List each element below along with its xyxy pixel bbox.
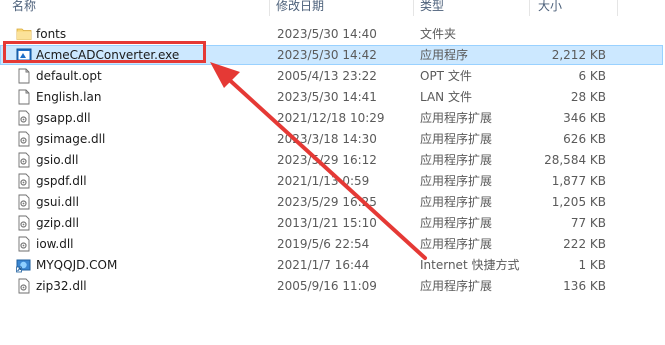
file-size: 1,205 KB [551,195,606,209]
file-date: 2021/1/13 0:59 [277,174,370,188]
file-type: 文件夹 [420,27,457,41]
file-name: gsimage.dll [36,132,106,146]
file-type: 应用程序扩展 [420,237,493,251]
column-header-size[interactable]: 大小 [538,0,618,16]
column-header-date[interactable]: 修改日期 [276,0,414,16]
file-size: 77 KB [570,216,606,230]
file-date: 2023/5/29 16:12 [277,153,377,167]
file-row[interactable]: MYQQJD.COM 2021/1/7 16:44 Internet 快捷方式 1 K… [0,255,665,275]
file-row[interactable]: gzip.dll 2013/1/21 15:10 应用程序扩展 77 KB [0,213,665,233]
file-name: fonts [36,27,67,41]
file-date: 2019/5/6 22:54 [277,237,370,251]
file-type: 应用程序 [420,48,469,62]
file-row[interactable]: gspdf.dll 2021/1/13 0:59 应用程序扩展 1,877 KB [0,171,665,191]
file-type: 应用程序扩展 [420,195,493,209]
file-size: 136 KB [563,279,606,293]
file-type: 应用程序扩展 [420,132,493,146]
file-type: 应用程序扩展 [420,111,493,125]
file-row[interactable]: fonts 2023/5/30 14:40 文件夹 [0,24,665,44]
file-date: 2023/5/30 14:42 [277,48,377,62]
file-date: 2021/12/18 10:29 [277,111,385,125]
file-type: OPT 文件 [420,69,472,83]
dll-icon [16,152,32,168]
file-date: 2023/3/18 14:30 [277,132,377,146]
file-size: 346 KB [563,111,606,125]
file-size: 626 KB [563,132,606,146]
file-row[interactable]: zip32.dll 2005/9/16 11:09 应用程序扩展 136 KB [0,276,665,296]
file-name: gzip.dll [36,216,79,230]
file-type: 应用程序扩展 [420,279,493,293]
file-date: 2005/9/16 11:09 [277,279,377,293]
file-size: 222 KB [563,237,606,251]
file-icon [16,68,32,84]
file-row[interactable]: gsio.dll 2023/5/29 16:12 应用程序扩展 28,584 KB [0,150,665,170]
file-size: 1,877 KB [551,174,606,188]
file-date: 2021/1/7 16:44 [277,258,370,272]
file-name: gspdf.dll [36,174,87,188]
file-type: 应用程序扩展 [420,153,493,167]
file-row[interactable]: English.lan 2023/5/30 14:41 LAN 文件 28 KB [0,87,665,107]
file-name: gsapp.dll [36,111,91,125]
file-row[interactable]: default.opt 2005/4/13 23:22 OPT 文件 6 KB [0,66,665,86]
file-size: 28,584 KB [544,153,606,167]
exe-icon [16,47,32,63]
column-header-bar: 名称 修改日期 类型 大小 [0,0,665,17]
column-header-type[interactable]: 类型 [420,0,530,16]
file-date: 2005/4/13 23:22 [277,69,377,83]
file-size: 28 KB [570,90,606,104]
file-row[interactable]: iow.dll 2019/5/6 22:54 应用程序扩展 222 KB [0,234,665,254]
dll-icon [16,215,32,231]
file-name: AcmeCADConverter.exe [36,48,180,62]
file-name: gsio.dll [36,153,79,167]
file-row[interactable]: gsui.dll 2023/5/29 16:25 应用程序扩展 1,205 KB [0,192,665,212]
file-icon [16,89,32,105]
file-type: 应用程序扩展 [420,174,493,188]
file-date: 2023/5/30 14:41 [277,90,377,104]
file-size: 2,212 KB [551,48,606,62]
dll-icon [16,236,32,252]
file-size: 6 KB [578,69,606,83]
dll-icon [16,131,32,147]
file-type: 应用程序扩展 [420,216,493,230]
file-date: 2023/5/30 14:40 [277,27,377,41]
file-row[interactable]: gsimage.dll 2023/3/18 14:30 应用程序扩展 626 KB [0,129,665,149]
dll-icon [16,110,32,126]
file-date: 2013/1/21 15:10 [277,216,377,230]
column-header-name[interactable]: 名称 [12,0,270,16]
file-name: default.opt [36,69,102,83]
file-type: LAN 文件 [420,90,472,104]
folder-icon [16,26,32,42]
file-row[interactable]: gsapp.dll 2021/12/18 10:29 应用程序扩展 346 KB [0,108,665,128]
dll-icon [16,173,32,189]
file-name: zip32.dll [36,279,87,293]
file-row[interactable]: AcmeCADConverter.exe 2023/5/30 14:42 应用程序 2… [0,45,665,65]
file-date: 2023/5/29 16:25 [277,195,377,209]
dll-icon [16,278,32,294]
dll-icon [16,194,32,210]
file-size: 1 KB [578,258,606,272]
file-name: MYQQJD.COM [36,258,118,272]
file-type: Internet 快捷方式 [420,258,520,272]
file-name: iow.dll [36,237,74,251]
file-name: English.lan [36,90,102,104]
file-name: gsui.dll [36,195,79,209]
internet-shortcut-icon [16,257,32,273]
